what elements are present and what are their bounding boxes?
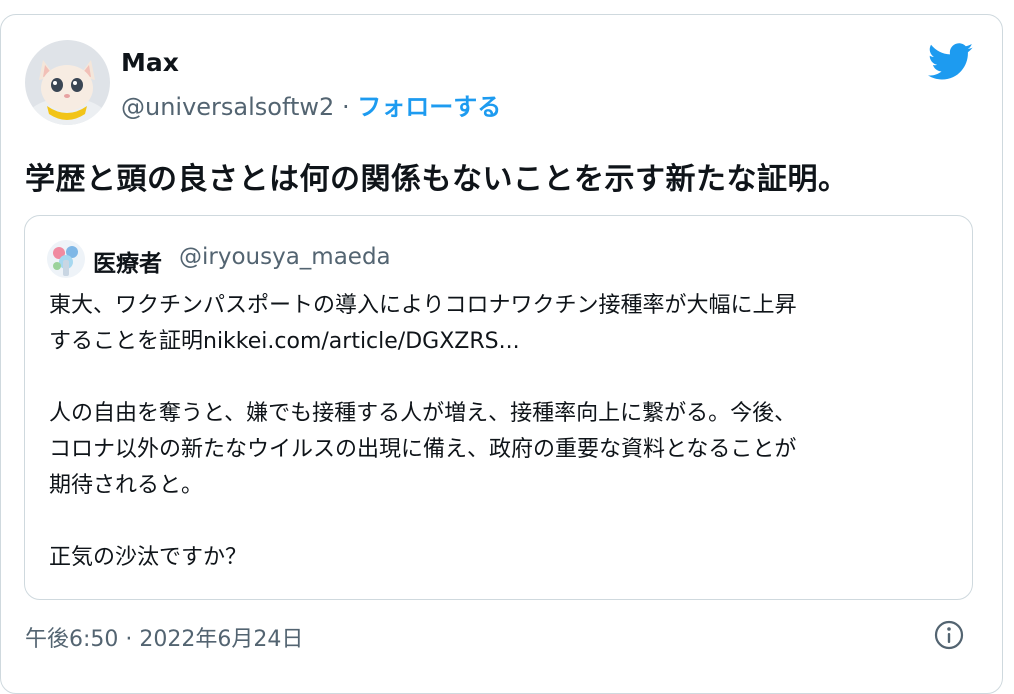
footer-separator-dot: ·	[125, 627, 133, 652]
tweet-card: Max @universalsoftw2 · フォローする 学歴と頭の良さとは何…	[0, 14, 1003, 694]
quoted-tweet-text: 東大、ワクチンパスポートの導入によりコロナワクチン接種率が大幅に上昇 することを…	[49, 288, 954, 576]
quoted-tweet[interactable]: 医療者 @iryousya_maeda 東大、ワクチンパスポートの導入によりコロ…	[24, 215, 973, 600]
quoted-line-blank	[49, 360, 954, 396]
info-icon[interactable]	[933, 619, 965, 651]
tweet-date[interactable]: 2022年6月24日	[139, 627, 303, 652]
quoted-author-name: 医療者	[93, 251, 162, 277]
quoted-line: 正気の沙汰ですか？	[49, 545, 248, 570]
quoted-line: 期待されると。	[49, 473, 204, 498]
tweet-time[interactable]: 午後6:50	[25, 627, 118, 652]
quoted-author-handle: @iryousya_maeda	[179, 244, 391, 270]
quoted-line-blank	[49, 504, 954, 540]
author-handle-row: @universalsoftw2 · フォローする	[121, 87, 501, 122]
author-handle[interactable]: @universalsoftw2	[121, 93, 334, 121]
quoted-line-link[interactable]: することを証明nikkei.com/article/DGXZRS...	[49, 324, 954, 360]
quoted-author-avatar	[47, 240, 85, 278]
follow-button[interactable]: フォローする	[357, 93, 501, 121]
twitter-bird-icon[interactable]	[927, 43, 974, 81]
author-avatar[interactable]	[25, 40, 110, 125]
separator-dot: ·	[341, 93, 350, 121]
tweet-timestamp[interactable]: 午後6:50 · 2022年6月24日	[25, 621, 303, 653]
quoted-line: 人の自由を奪うと、嫌でも接種する人が増え、接種率向上に繋がる。今後、	[49, 401, 797, 426]
quoted-line: 東大、ワクチンパスポートの導入によりコロナワクチン接種率が大幅に上昇	[49, 293, 797, 318]
quoted-line: コロナ以外の新たなウイルスの出現に備え、政府の重要な資料となることが	[49, 437, 797, 462]
author-name[interactable]: Max	[121, 48, 179, 77]
tweet-text: 学歴と頭の良さとは何の関係もないことを示す新たな証明。	[25, 162, 849, 197]
